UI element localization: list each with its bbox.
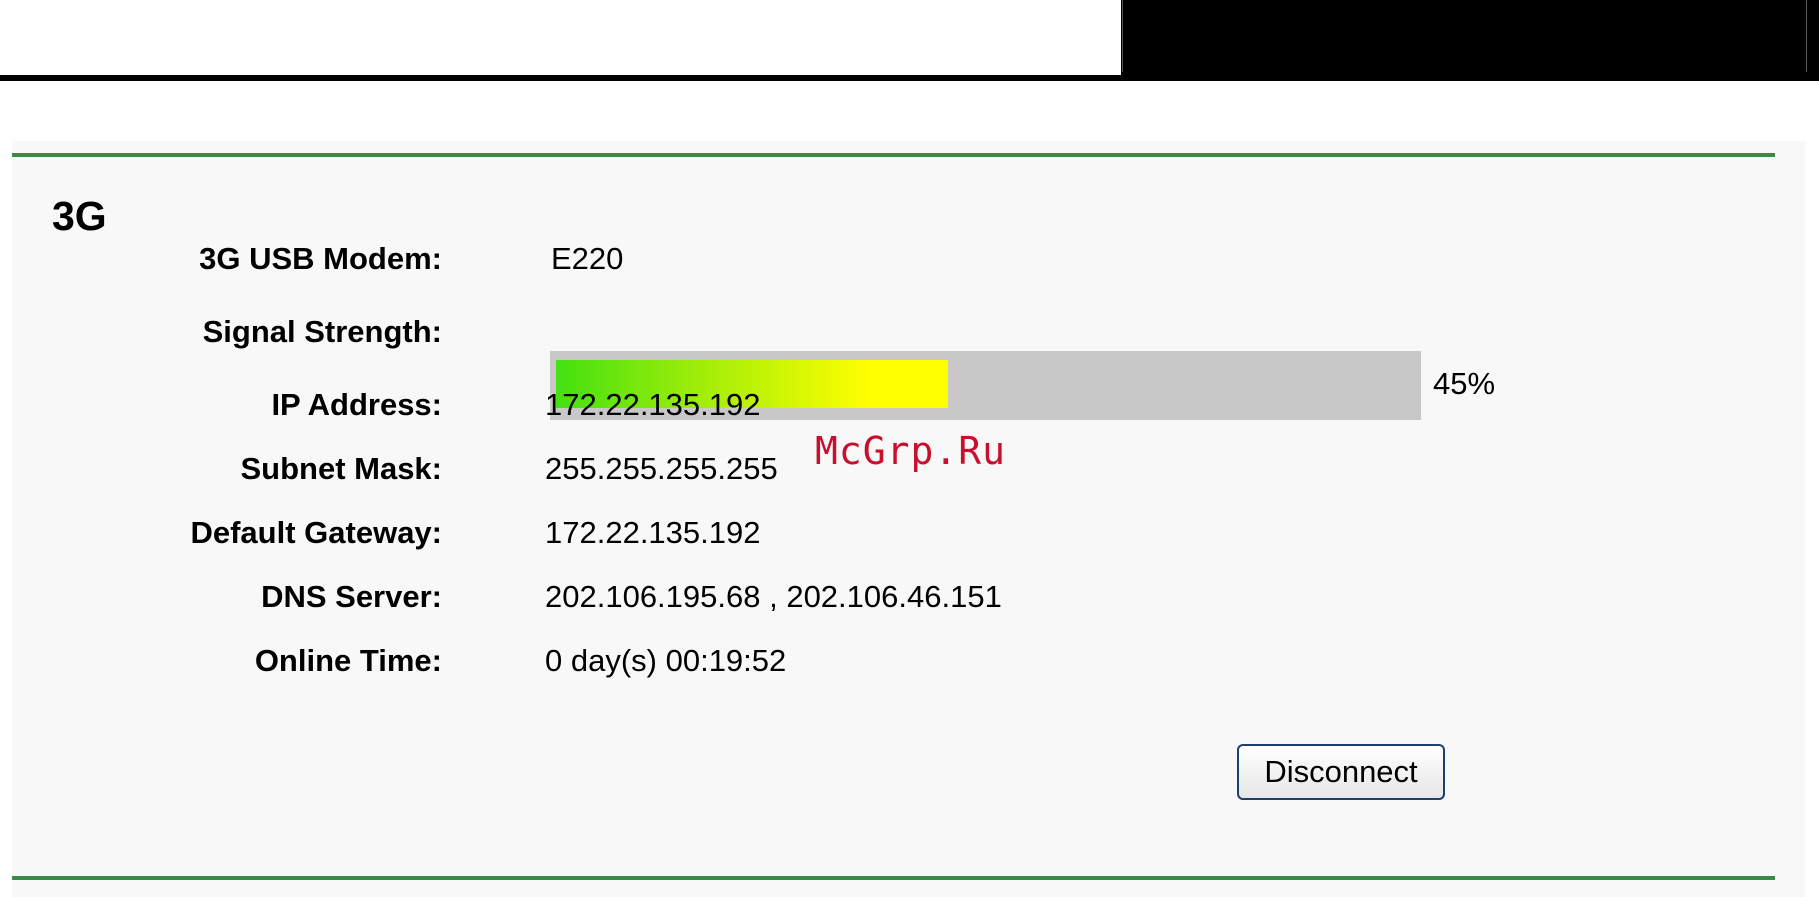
ip-address-value: 172.22.135.192 [545,387,761,422]
signal-strength-percent: 45% [1433,366,1496,401]
subnet-mask-value: 255.255.255.255 [545,451,778,486]
online-time-label: Online Time: [254,643,442,678]
section-title: 3G [52,193,107,239]
status-panel-3g: 3G 3G USB Modem: E220 Signal Strength: 4… [12,141,1805,897]
panel-bottom-divider [12,876,1775,880]
panel-top-divider [12,153,1775,157]
dns-server-label: DNS Server: [261,579,442,614]
default-gateway-value: 172.22.135.192 [545,515,761,550]
ip-address-label: IP Address: [271,387,442,422]
online-time-value: 0 day(s) 00:19:52 [545,643,787,678]
signal-strength-label: Signal Strength: [202,314,442,349]
dns-server-value: 202.106.195.68 , 202.106.46.151 [545,579,1002,614]
watermark-text: McGrp.Ru [815,429,1007,473]
modem-value: E220 [551,241,624,276]
default-gateway-label: Default Gateway: [190,515,442,550]
modem-label: 3G USB Modem: [199,241,442,276]
header-box-edge-right [1806,0,1807,72]
disconnect-button[interactable]: Disconnect [1237,744,1445,800]
header-rule [0,75,1819,81]
subnet-mask-label: Subnet Mask: [240,451,442,486]
header-box-edge-left [1122,0,1123,72]
header-black-box [1121,0,1819,78]
